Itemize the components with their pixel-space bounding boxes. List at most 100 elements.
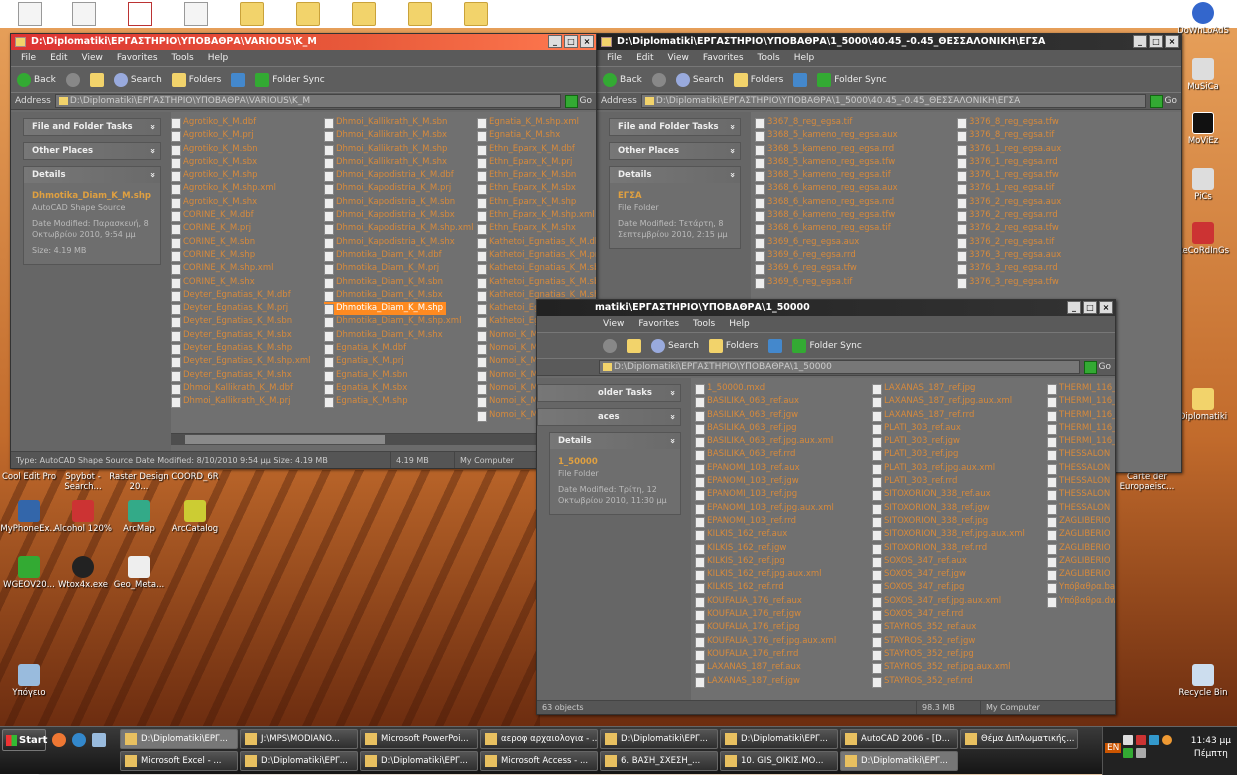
file-item[interactable]: PLATI_303_ref.rrd	[872, 475, 1025, 489]
file-item[interactable]: SITOXORION_338_ref.jgw	[872, 502, 1025, 515]
file-item[interactable]: ZAGLIBERIO	[1047, 542, 1115, 555]
back-button[interactable]: Back	[17, 72, 56, 87]
file-item[interactable]: SOXOS_347_ref.rrd	[872, 608, 1025, 622]
folders-button[interactable]: Folders	[733, 72, 783, 87]
file-item[interactable]: KOUFALIA_176_ref.jgw	[695, 608, 836, 622]
file-item[interactable]: EPANOMI_103_ref.jgw	[695, 475, 836, 489]
up-folder-button[interactable]	[627, 338, 641, 353]
file-item[interactable]: Deyter_Egnatias_K_M.shp.xml	[171, 355, 311, 369]
search-button[interactable]: Search	[651, 338, 699, 353]
file-item[interactable]: STAYROS_352_ref.jpg	[872, 648, 1025, 662]
file-item[interactable]: Dhmoi_Kapodistria_K_M.shp.xml	[324, 222, 474, 236]
minimize-button[interactable]: _	[548, 35, 562, 48]
file-item[interactable]: Egnatia_K_M.dbf	[324, 342, 474, 356]
folder-icon[interactable]	[408, 2, 432, 26]
file-item[interactable]: Dhmoi_Kapodistria_K_M.shx	[324, 236, 474, 249]
language-indicator[interactable]: EN	[1105, 743, 1122, 753]
file-item[interactable]: 3368_6_kameno_reg_egsa.aux	[755, 182, 898, 196]
file-item[interactable]: CORINE_K_M.sbn	[171, 236, 311, 249]
minimize-button[interactable]: _	[1067, 301, 1081, 314]
file-item[interactable]: 3376_1_reg_egsa.rrd	[957, 156, 1061, 170]
taskbar-button[interactable]: AutoCAD 2006 - [D...	[840, 729, 958, 749]
file-item[interactable]: 3368_5_kameno_reg_egsa.rrd	[755, 143, 898, 156]
tray-icon[interactable]	[1123, 735, 1133, 745]
taskbar-button[interactable]: D:\Diplomatiki\ΕΡΓ...	[360, 751, 478, 771]
file-item[interactable]: KILKIS_162_ref.rrd	[695, 581, 836, 595]
file-item[interactable]: SITOXORION_338_ref.jpg	[872, 515, 1025, 529]
clock[interactable]: 11:43 μμ Πέμπτη	[1191, 735, 1231, 761]
file-item[interactable]: 3376_2_reg_egsa.tif	[957, 236, 1061, 249]
file-item[interactable]: Kathetoi_Egnatias_K_M.prj	[477, 249, 596, 263]
file-item[interactable]: Agrotiko_K_M.shp	[171, 169, 311, 183]
taskbar-button[interactable]: J:\MPS\MODIANO...	[240, 729, 358, 749]
file-item[interactable]: Dhmoi_Kallikrath_K_M.shx	[324, 156, 474, 170]
file-folder-tasks-header[interactable]: File and Folder Tasks	[610, 119, 740, 135]
go-button[interactable]: Go	[564, 94, 596, 108]
window-titlebar[interactable]: D:\Diplomatiki\ΕΡΓΑΣΤΗΡΙΟ\ΥΠΟΒΑΘΡΑ\1_500…	[597, 34, 1181, 50]
other-places-header[interactable]: Other Places	[610, 143, 740, 159]
menu-favorites[interactable]: Favorites	[117, 50, 158, 66]
menu-help[interactable]: Help	[794, 50, 815, 66]
ati-icon[interactable]	[1136, 735, 1146, 745]
up-folder-button[interactable]	[89, 72, 104, 87]
file-item[interactable]: Agrotiko_K_M.dbf	[171, 116, 311, 130]
file-item[interactable]: THERMI_116_	[1047, 422, 1115, 436]
file-item[interactable]: SOXOS_347_ref.jgw	[872, 568, 1025, 582]
explorer-window-km[interactable]: D:\Diplomatiki\ΕΡΓΑΣΤΗΡΙΟ\ΥΠΟΒΑΘΡΑ\VARIO…	[10, 33, 597, 469]
menu-help[interactable]: Help	[208, 50, 229, 66]
file-folder-tasks-header[interactable]: File and Folder Tasks	[24, 119, 160, 135]
file-item[interactable]: STAYROS_352_ref.rrd	[872, 675, 1025, 688]
file-item[interactable]: PLATI_303_ref.jpg.aux.xml	[872, 462, 1025, 476]
window-titlebar[interactable]: D:\Diplomatiki\ΕΡΓΑΣΤΗΡΙΟ\ΥΠΟΒΑΘΡΑ\VARIO…	[11, 34, 596, 50]
desktop-icon-ypogeio[interactable]: Υπόγειο	[0, 664, 64, 698]
taskbar-button[interactable]: Microsoft Access - ...	[480, 751, 598, 771]
file-item[interactable]: SOXOS_347_ref.jpg	[872, 581, 1025, 595]
file-item[interactable]: ZAGLIBERIO	[1047, 515, 1115, 529]
scrollbar-thumb[interactable]	[185, 435, 385, 444]
file-item[interactable]: 3369_6_reg_egsa.tfw	[755, 262, 898, 276]
file-item[interactable]: Ethn_Eparx_K_M.shp	[477, 196, 596, 210]
back-button[interactable]: Back	[603, 72, 642, 87]
file-item[interactable]: Kathetoi_Egnatias_K_M.sbx	[477, 276, 596, 289]
maximize-button[interactable]: □	[564, 35, 578, 48]
file-item[interactable]: Dhmotika_Diam_K_M.shx	[324, 329, 474, 343]
firefox-icon[interactable]	[52, 733, 66, 747]
file-item[interactable]: PLATI_303_ref.jpg	[872, 448, 1025, 462]
file-item[interactable]: 3368_6_kameno_reg_egsa.rrd	[755, 196, 898, 210]
file-folder-tasks-header[interactable]: older Tasks	[538, 385, 680, 401]
forward-button[interactable]	[65, 72, 80, 87]
file-item[interactable]: Egnatia_K_M.sbn	[324, 369, 474, 382]
file-item[interactable]: 3367_8_reg_egsa.tif	[755, 116, 898, 130]
file-item[interactable]: STAYROS_352_ref.jgw	[872, 635, 1025, 648]
file-item[interactable]: KOUFALIA_176_ref.aux	[695, 595, 836, 609]
close-button[interactable]: ×	[1165, 35, 1179, 48]
file-item[interactable]: Υπόβαθρα.bak	[1047, 581, 1115, 595]
folder-shortcut-icon[interactable]	[240, 2, 264, 26]
document-icon[interactable]	[18, 2, 42, 26]
folder-icon[interactable]	[464, 2, 488, 26]
folders-button[interactable]: Folders	[171, 72, 221, 87]
file-item[interactable]: 3368_5_kameno_reg_egsa.tfw	[755, 156, 898, 170]
file-item[interactable]: Υπόβαθρα.dwg	[1047, 595, 1115, 609]
file-item[interactable]: Dhmoi_Kapodistria_K_M.prj	[324, 182, 474, 196]
folder-sync-button[interactable]: Folder Sync	[817, 72, 887, 87]
folder-icon[interactable]	[352, 2, 376, 26]
file-item[interactable]: Deyter_Egnatias_K_M.shx	[171, 369, 311, 382]
file-item[interactable]: Egnatia_K_M.shp	[324, 395, 474, 409]
maximize-button[interactable]: □	[1083, 301, 1097, 314]
address-input[interactable]: D:\Diplomatiki\ΕΡΓΑΣΤΗΡΙΟ\ΥΠΟΒΑΘΡΑ\1_500…	[640, 94, 1146, 108]
file-item[interactable]: 3376_3_reg_egsa.rrd	[957, 262, 1061, 276]
file-item[interactable]: Egnatia_K_M.sbx	[324, 382, 474, 396]
close-button[interactable]: ×	[1099, 301, 1113, 314]
file-item[interactable]: LAXANAS_187_ref.aux	[695, 661, 836, 675]
menu-edit[interactable]: Edit	[636, 50, 653, 66]
file-item[interactable]: 3376_2_reg_egsa.aux	[957, 196, 1061, 210]
file-item[interactable]: 3376_2_reg_egsa.tfw	[957, 222, 1061, 236]
file-item[interactable]: 3368_5_kameno_reg_egsa.tif	[755, 169, 898, 183]
desktop-icon-carte[interactable]: Carte der Europaeisc...	[1112, 472, 1182, 492]
file-item[interactable]: 3376_8_reg_egsa.tfw	[957, 116, 1061, 130]
other-places-header[interactable]: Other Places	[24, 143, 160, 159]
file-item[interactable]: KOUFALIA_176_ref.jpg	[695, 621, 836, 635]
file-item[interactable]: SITOXORION_338_ref.aux	[872, 488, 1025, 502]
menu-view[interactable]: View	[668, 50, 689, 66]
